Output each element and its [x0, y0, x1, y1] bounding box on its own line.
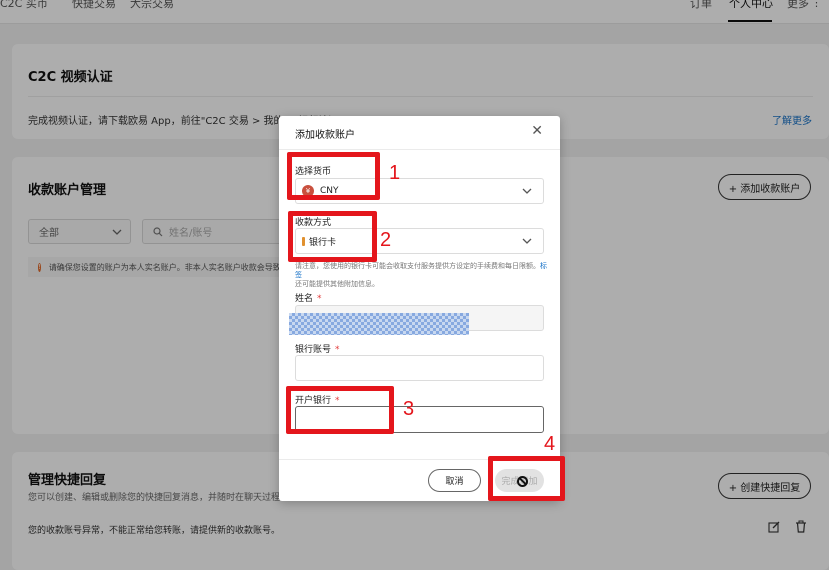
annotation-box-3 [286, 386, 394, 434]
payment-method-hint: 请注意，您使用的银行卡可能会收取支付服务提供方设定的手续费和每日限额。标签 还可… [295, 262, 547, 289]
name-label: 姓名 * [295, 291, 322, 304]
hint-text: 请注意，您使用的银行卡可能会收取支付服务提供方设定的手续费和每日限额。 [295, 262, 540, 270]
hint-text-2: 还可能提供其他附加信息。 [295, 280, 379, 288]
account-number-label: 银行账号 * [295, 342, 340, 355]
required-mark: * [335, 345, 340, 355]
annotation-number-4: 4 [544, 433, 556, 455]
account-number-label-text: 银行账号 [295, 345, 332, 355]
bank-account-input[interactable] [295, 355, 544, 381]
annotation-box-2 [288, 211, 377, 262]
annotation-number-2: 2 [380, 229, 392, 251]
annotation-number-3: 3 [403, 398, 415, 420]
required-mark: * [317, 294, 322, 304]
redacted-name-mosaic [289, 313, 469, 335]
annotation-number-1: 1 [389, 162, 401, 184]
annotation-box-4 [488, 456, 565, 501]
close-icon[interactable]: ✕ [531, 124, 543, 138]
cancel-button[interactable]: 取消 [428, 469, 481, 492]
chevron-down-icon [522, 188, 532, 194]
chevron-down-icon [522, 238, 532, 244]
annotation-box-1 [287, 152, 380, 200]
dialog-header: 添加收款账户 ✕ [279, 116, 560, 150]
name-label-text: 姓名 [295, 294, 314, 304]
dialog-title: 添加收款账户 [295, 130, 355, 141]
